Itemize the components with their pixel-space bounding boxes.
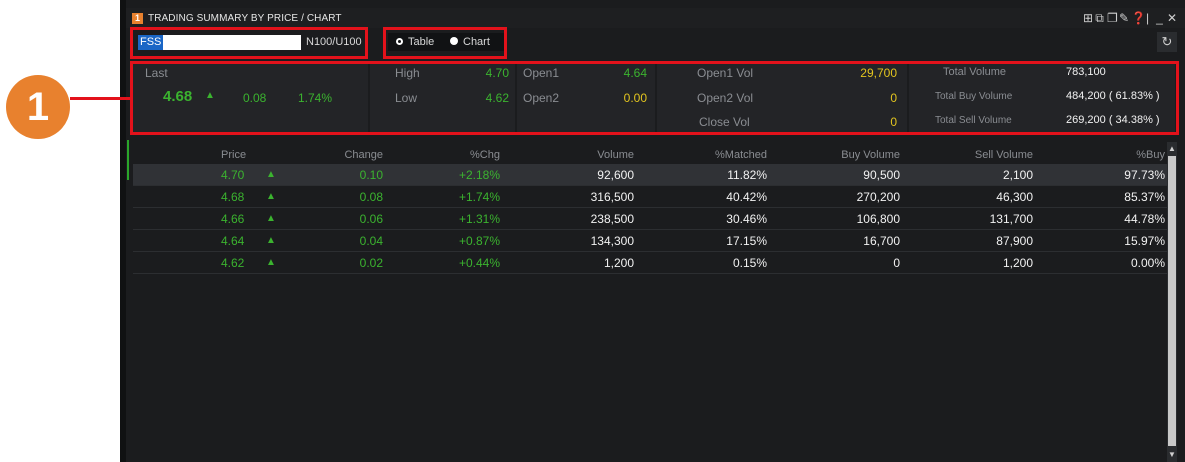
annotation-box-summary [130,61,1179,135]
cell-matched: 40.42% [726,190,767,204]
cell-pct-buy: 97.73% [1124,168,1165,182]
annotation-box-view-toggle [383,27,507,59]
cell-sell-volume: 131,700 [989,212,1033,226]
callout-line [70,97,132,100]
cell-price: 4.66 [221,212,245,226]
cell-pct-chg: +1.74% [458,190,500,204]
col-price[interactable]: Price [221,149,246,161]
cell-change: 0.02 [359,256,383,270]
refresh-button[interactable]: ↻ [1157,32,1177,52]
table-row[interactable]: 4.64 ▲ 0.04 +0.87% 134,300 17.15% 16,700 87,900… [133,230,1167,252]
scroll-up-icon[interactable]: ▲ [1168,145,1176,153]
table-row[interactable]: 4.70 ▲ 0.10 +2.18% 92,600 11.82% 90,500 2,100 97… [133,164,1167,186]
cell-sell-volume: 87,900 [996,234,1033,248]
cell-change: 0.06 [359,212,383,226]
cell-buy-volume: 0 [893,256,900,270]
cell-volume: 316,500 [590,190,634,204]
cell-price: 4.70 [221,168,245,182]
cell-buy-volume: 270,200 [856,190,900,204]
window-number-badge: 1 [132,13,143,24]
cell-price: 4.64 [221,234,245,248]
col-buy-volume[interactable]: Buy Volume [841,149,900,161]
cell-volume: 134,300 [590,234,634,248]
title-bar: 1 TRADING SUMMARY BY PRICE / CHART ⊞⧉❐✎❓… [126,8,1185,28]
col-pct-chg[interactable]: %Chg [470,149,500,161]
window-title: TRADING SUMMARY BY PRICE / CHART [148,13,342,24]
help-icon[interactable]: ❓ [1131,11,1146,25]
cell-matched: 17.15% [726,234,767,248]
callout-badge: 1 [6,75,70,139]
refresh-icon: ↻ [1161,34,1173,49]
row-up-arrow-icon: ▲ [266,169,276,180]
price-table: Price Change %Chg Volume %Matched Buy Vo… [133,142,1177,462]
copy-icon[interactable]: ❐ [1107,11,1119,25]
cell-pct-chg: +0.87% [458,234,500,248]
cell-price: 4.68 [221,190,245,204]
cell-volume: 1,200 [603,256,634,270]
scroll-thumb[interactable] [1168,156,1176,446]
cell-change: 0.10 [359,168,383,182]
row-up-arrow-icon: ▲ [266,257,276,268]
table-row[interactable]: 4.68 ▲ 0.08 +1.74% 316,500 40.42% 270,200 46,30… [133,186,1167,208]
table-row[interactable]: 4.62 ▲ 0.02 +0.44% 1,200 0.15% 0 1,200 0.00% [133,252,1167,274]
cell-pct-buy: 15.97% [1124,234,1165,248]
cell-volume: 238,500 [590,212,634,226]
col-matched[interactable]: %Matched [715,149,767,161]
cell-sell-volume: 1,200 [1002,256,1033,270]
title-icon-group: ⊞⧉❐✎❓| _✕ [1083,11,1179,26]
cell-matched: 0.15% [732,256,767,270]
cell-pct-buy: 44.78% [1124,212,1165,226]
minimize-icon[interactable]: _ [1155,11,1167,25]
cell-sell-volume: 46,300 [996,190,1033,204]
row-up-arrow-icon: ▲ [266,235,276,246]
col-pct-buy[interactable]: %Buy [1136,149,1165,161]
cell-pct-chg: +0.44% [458,256,500,270]
grid-icon[interactable]: ⊞ [1083,11,1095,25]
vertical-scrollbar[interactable]: ▲ ▼ [1167,142,1177,462]
annotation-box-symbol [130,27,368,59]
row-up-arrow-icon: ▲ [266,191,276,202]
close-icon[interactable]: ✕ [1167,11,1179,25]
scroll-down-icon[interactable]: ▼ [1168,451,1176,459]
window-edge-accent [127,140,129,180]
cell-matched: 30.46% [726,212,767,226]
cell-buy-volume: 16,700 [863,234,900,248]
external-icon[interactable]: ⧉ [1095,11,1107,26]
pin-icon[interactable]: ✎ [1119,11,1131,25]
cell-sell-volume: 2,100 [1002,168,1033,182]
cell-pct-buy: 85.37% [1124,190,1165,204]
table-row[interactable]: 4.66 ▲ 0.06 +1.31% 238,500 30.46% 106,800 131,7… [133,208,1167,230]
cell-change: 0.08 [359,190,383,204]
col-change[interactable]: Change [344,149,383,161]
cell-pct-chg: +2.18% [458,168,500,182]
cell-pct-chg: +1.31% [458,212,500,226]
cell-change: 0.04 [359,234,383,248]
table-header: Price Change %Chg Volume %Matched Buy Vo… [133,142,1167,164]
window-left-border [120,0,126,462]
cell-pct-buy: 0.00% [1130,256,1165,270]
cell-buy-volume: 106,800 [856,212,900,226]
cell-volume: 92,600 [597,168,634,182]
col-volume[interactable]: Volume [597,149,634,161]
separator-icon: | [1145,11,1153,25]
cell-matched: 11.82% [727,168,767,182]
row-up-arrow-icon: ▲ [266,213,276,224]
cell-price: 4.62 [221,256,245,270]
col-sell-volume[interactable]: Sell Volume [975,149,1033,161]
cell-buy-volume: 90,500 [863,168,900,182]
